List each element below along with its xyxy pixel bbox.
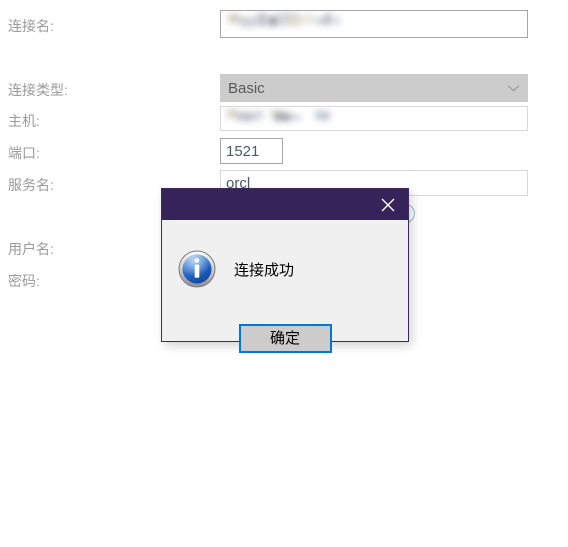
close-icon[interactable] [368,189,408,220]
label-username: 用户名: [8,241,54,257]
label-host: 主机: [8,113,40,129]
label-password: 密码: [8,273,40,289]
port-value: 1521 [226,142,260,160]
connection-type-value: Basic [228,79,265,97]
redacted-content [226,11,522,37]
dialog-button-row: 确定 [162,324,408,353]
ok-button[interactable]: 确定 [238,324,332,353]
label-service-name: 服务名: [8,177,54,193]
info-icon [178,250,216,288]
port-input[interactable]: 1521 [220,138,283,164]
connection-success-dialog: 连接成功 确定 [161,188,409,353]
connection-name-input[interactable] [220,10,528,38]
label-connection-name: 连接名: [8,18,54,34]
label-connection-type: 连接类型: [8,82,68,98]
dialog-titlebar[interactable] [162,189,408,220]
dialog-message-text: 连接成功 [234,261,295,279]
connection-type-select[interactable]: Basic [220,74,528,102]
redacted-content [226,107,522,130]
host-input[interactable] [220,106,528,131]
chevron-down-icon [507,84,520,92]
label-port: 端口: [8,145,40,161]
dialog-message-row: 连接成功 [178,250,294,288]
dialog-body: 连接成功 确定 [162,220,408,353]
